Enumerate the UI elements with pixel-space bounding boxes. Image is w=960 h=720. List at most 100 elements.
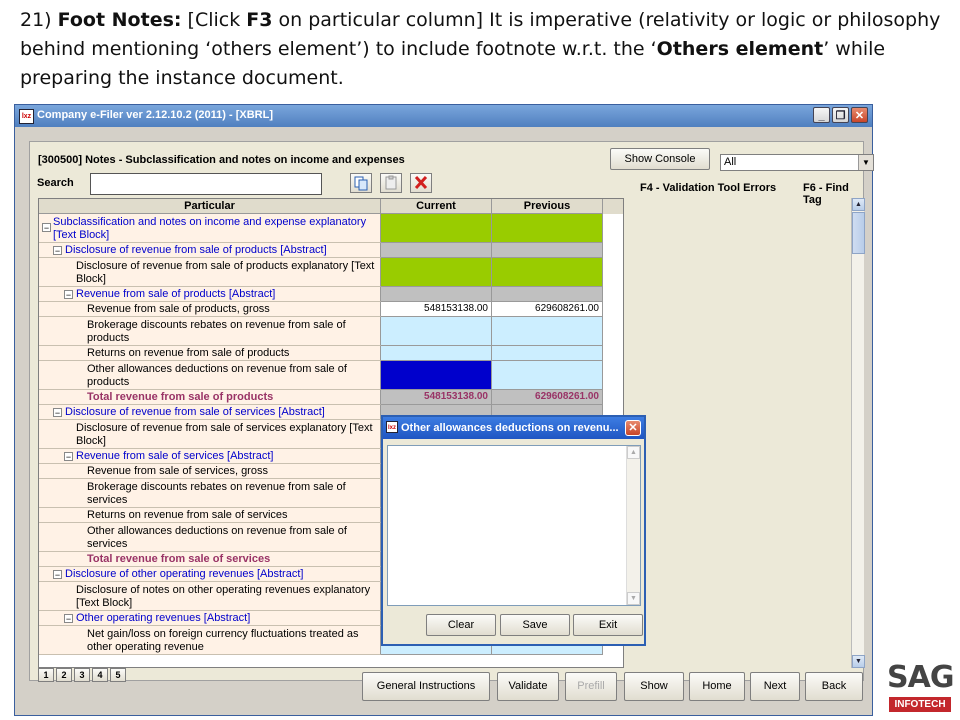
filter-select[interactable]: All ▼ [720, 154, 874, 171]
row-label-cell: Returns on revenue from sale of services [39, 508, 381, 523]
home-button[interactable]: Home [689, 672, 745, 701]
row-label-cell: Brokerage discounts rebates on revenue f… [39, 317, 381, 346]
delete-icon[interactable] [410, 173, 432, 193]
minimize-button[interactable]: _ [813, 107, 830, 123]
current-cell[interactable] [381, 214, 492, 243]
table-row[interactable]: Disclosure of revenue from sale of produ… [39, 258, 623, 287]
table-row[interactable]: − Subclassification and notes on income … [39, 214, 623, 243]
row-label-cell: − Disclosure of revenue from sale of pro… [39, 243, 381, 258]
current-cell [381, 287, 492, 302]
previous-cell[interactable] [492, 214, 603, 243]
scrollbar-thumb[interactable] [852, 212, 865, 254]
dialog-titlebar: lxz Other allowances deductions on reven… [383, 417, 644, 439]
window-titlebar: lxz Company e-Filer ver 2.12.10.2 (2011)… [15, 105, 872, 127]
prefill-button: Prefill [565, 672, 617, 701]
row-label: Returns on revenue from sale of products [87, 347, 290, 359]
row-label: Revenue from sale of products, gross [87, 303, 270, 315]
current-cell: 548153138.00 [381, 390, 492, 405]
collapse-icon[interactable]: − [53, 246, 62, 256]
current-cell-selected[interactable] [381, 361, 492, 390]
table-row[interactable]: − Disclosure of revenue from sale of pro… [39, 243, 623, 258]
current-cell[interactable] [381, 258, 492, 287]
show-console-button[interactable]: Show Console [610, 148, 710, 170]
search-input[interactable] [90, 173, 322, 195]
caption-key: F3 [246, 9, 273, 31]
table-row[interactable]: − Revenue from sale of products [Abstrac… [39, 287, 623, 302]
row-label-cell: − Revenue from sale of products [Abstrac… [39, 287, 381, 302]
page-button[interactable]: 3 [74, 668, 90, 682]
row-label-cell: Total revenue from sale of services [39, 552, 381, 567]
row-label: Disclosure of revenue from sale of produ… [65, 244, 327, 256]
footnote-dialog: lxz Other allowances deductions on reven… [381, 415, 646, 646]
previous-cell[interactable] [492, 258, 603, 287]
row-label-cell: − Revenue from sale of services [Abstrac… [39, 449, 381, 464]
filter-select-value: All [724, 156, 737, 168]
chevron-down-icon[interactable]: ▼ [858, 155, 873, 170]
row-label: Revenue from sale of products [Abstract] [76, 288, 276, 300]
validate-button[interactable]: Validate [497, 672, 559, 701]
table-row[interactable]: Total revenue from sale of products 5481… [39, 390, 623, 405]
table-row[interactable]: Brokerage discounts rebates on revenue f… [39, 317, 623, 346]
clear-button[interactable]: Clear [426, 614, 496, 636]
previous-cell[interactable]: 629608261.00 [492, 302, 603, 317]
logo-text: SAG [887, 660, 954, 695]
caption-text-1: [Click [187, 9, 247, 31]
previous-cell[interactable] [492, 346, 603, 361]
current-cell[interactable] [381, 317, 492, 346]
collapse-icon[interactable]: − [42, 223, 51, 233]
general-instructions-button[interactable]: General Instructions [362, 672, 490, 701]
current-cell[interactable] [381, 346, 492, 361]
collapse-icon[interactable]: − [53, 408, 62, 418]
row-label: Brokerage discounts rebates on revenue f… [87, 481, 346, 506]
current-cell[interactable]: 548153138.00 [381, 302, 492, 317]
next-button[interactable]: Next [750, 672, 800, 701]
collapse-icon[interactable]: − [53, 570, 62, 580]
page-button[interactable]: 5 [110, 668, 126, 682]
table-row[interactable]: Other allowances deductions on revenue f… [39, 361, 623, 390]
save-button[interactable]: Save [500, 614, 570, 636]
paste-icon[interactable] [380, 173, 402, 193]
scroll-down-icon[interactable]: ▼ [627, 592, 640, 605]
show-button[interactable]: Show [624, 672, 684, 701]
row-label: Disclosure of other operating revenues [… [65, 568, 304, 580]
previous-cell[interactable] [492, 361, 603, 390]
page-button[interactable]: 4 [92, 668, 108, 682]
caption-bold-2: Others element [656, 38, 824, 60]
scroll-up-icon[interactable]: ▲ [627, 446, 640, 459]
app-icon: lxz [386, 421, 398, 433]
row-label-cell: − Other operating revenues [Abstract] [39, 611, 381, 626]
row-label: Net gain/loss on foreign currency fluctu… [87, 628, 359, 653]
current-cell [381, 243, 492, 258]
back-button[interactable]: Back [805, 672, 863, 701]
restore-button[interactable]: ❐ [832, 107, 849, 123]
row-label: Disclosure of revenue from sale of servi… [65, 406, 325, 418]
dialog-close-button[interactable]: ✕ [625, 420, 641, 436]
collapse-icon[interactable]: − [64, 452, 73, 462]
collapse-icon[interactable]: − [64, 614, 73, 624]
copy-icon[interactable] [350, 173, 372, 193]
previous-cell [492, 243, 603, 258]
exit-button[interactable]: Exit [573, 614, 643, 636]
row-label: Subclassification and notes on income an… [53, 216, 367, 241]
table-row[interactable]: Returns on revenue from sale of products [39, 346, 623, 361]
logo-subtext: INFOTECH [889, 697, 951, 712]
row-label: Disclosure of notes on other operating r… [76, 584, 371, 609]
row-label: Brokerage discounts rebates on revenue f… [87, 319, 346, 344]
page-button[interactable]: 1 [38, 668, 54, 682]
collapse-icon[interactable]: − [64, 290, 73, 300]
row-label: Other allowances deductions on revenue f… [87, 363, 347, 388]
scroll-down-icon[interactable]: ▼ [852, 655, 865, 668]
close-button[interactable]: ✕ [851, 107, 868, 123]
table-row[interactable]: Revenue from sale of products, gross 548… [39, 302, 623, 317]
sag-infotech-logo: SAG INFOTECH [887, 660, 954, 716]
page-button[interactable]: 2 [56, 668, 72, 682]
caption-label: Foot Notes: [57, 9, 182, 31]
row-label: Revenue from sale of services [Abstract] [76, 450, 274, 462]
textarea-scrollbar[interactable]: ▲ ▼ [626, 446, 640, 605]
footnote-textarea[interactable]: ▲ ▼ [387, 445, 641, 606]
row-label: Total revenue from sale of products [87, 391, 274, 403]
scroll-up-icon[interactable]: ▲ [852, 198, 865, 211]
row-label-cell: − Disclosure of revenue from sale of ser… [39, 405, 381, 420]
previous-cell[interactable] [492, 317, 603, 346]
grid-scrollbar[interactable]: ▲ ▼ [851, 198, 865, 668]
